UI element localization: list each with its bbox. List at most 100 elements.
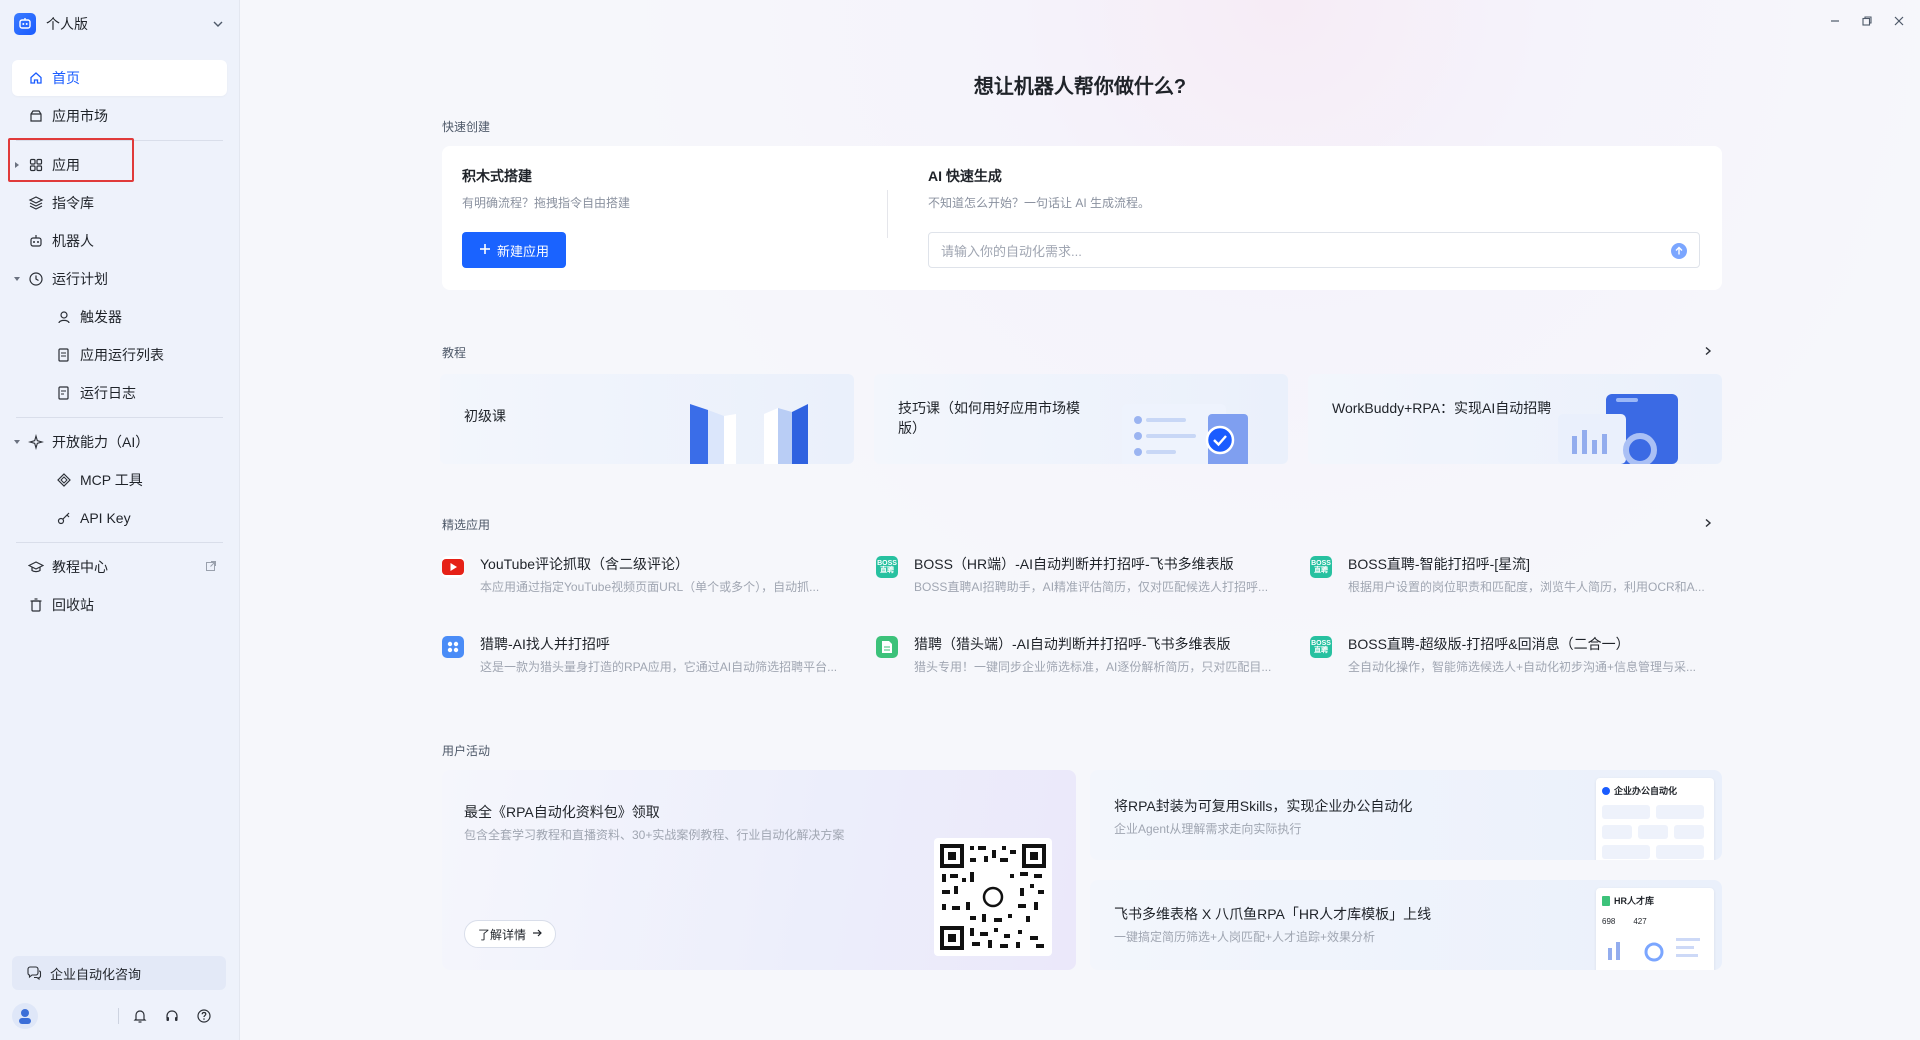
qr-code xyxy=(934,838,1052,956)
boss-icon: BOSS 直聘 xyxy=(1310,636,1332,658)
featured-app-item[interactable]: YouTube评论抓取（含二级评论） 本应用通过指定YouTube视频页面URL… xyxy=(442,554,852,604)
section-title-tutorials: 教程 xyxy=(442,346,467,360)
chevron-right-icon[interactable] xyxy=(1702,345,1714,357)
trash-icon xyxy=(28,597,44,613)
sheet-icon xyxy=(876,636,898,658)
tutorial-card-workbuddy[interactable]: WorkBuddy+RPA：实现AI自动招聘 xyxy=(1308,374,1722,464)
robot-icon xyxy=(28,233,44,249)
sidebar-item-app-market[interactable]: 应用市场 xyxy=(12,98,227,134)
new-app-button[interactable]: 新建应用 xyxy=(462,232,566,268)
mini-card-title: 企业办公自动化 xyxy=(1614,786,1678,796)
caret-down-icon[interactable] xyxy=(12,274,22,284)
ai-generate-title: AI 快速生成 xyxy=(928,168,1002,184)
divider xyxy=(16,542,223,543)
chevron-right-icon[interactable] xyxy=(1702,517,1714,529)
home-icon xyxy=(28,70,44,86)
boss-icon: BOSS 直聘 xyxy=(1310,556,1332,578)
analytics-illustration xyxy=(1558,394,1678,464)
restore-icon[interactable] xyxy=(1860,14,1874,28)
sidebar-item-triggers[interactable]: 触发器 xyxy=(12,299,227,335)
featured-app-item[interactable]: 猎聘-AI找人并打招呼 这是一款为猎头量身打造的RPA应用，它通过AI自动筛选招… xyxy=(442,634,852,684)
activity-card-hr-template[interactable]: 飞书多维表格 X 八爪鱼RPA「HR人才库模板」上线 一键搞定简历筛选+人岗匹配… xyxy=(1090,880,1722,970)
ai-request-input[interactable]: 请输入你的自动化需求... xyxy=(928,232,1700,268)
bell-icon[interactable] xyxy=(129,1005,151,1027)
sidebar-item-run-list[interactable]: 应用运行列表 xyxy=(12,337,227,373)
sidebar-item-run-log[interactable]: 运行日志 xyxy=(12,375,227,411)
app-name: BOSS直聘-智能打招呼-[星流] xyxy=(1348,556,1531,572)
mcp-icon xyxy=(56,472,72,488)
sidebar-item-api-key[interactable]: API Key xyxy=(12,500,227,536)
mini-stat: 427 xyxy=(1633,917,1647,926)
sidebar-item-label: 机器人 xyxy=(52,233,94,249)
ai-generate-subtitle: 不知道怎么开始？一句话让 AI 生成流程。 xyxy=(928,196,1151,210)
minimize-icon[interactable] xyxy=(1828,14,1842,28)
tutorial-title: 初级课 xyxy=(464,408,506,424)
help-icon[interactable] xyxy=(193,1005,215,1027)
sidebar-item-label: 回收站 xyxy=(52,597,94,613)
consult-button[interactable]: 企业自动化咨询 xyxy=(12,956,226,990)
logo-dot-icon xyxy=(1602,786,1610,795)
sidebar-item-apps[interactable]: 应用 xyxy=(12,147,227,183)
featured-app-item[interactable]: BOSS 直聘 BOSS（HR端）-AI自动判断并打招呼-飞书多维表版 BOSS直… xyxy=(876,554,1286,604)
activity-card-resource-pack[interactable]: 最全《RPA自动化资料包》领取 包含全套学习教程和直播资料、30+实战案例教程、… xyxy=(442,770,1076,970)
avatar[interactable] xyxy=(12,1003,38,1029)
block-build-subtitle: 有明确流程？拖拽指令自由搭建 xyxy=(462,196,631,210)
youtube-icon xyxy=(442,556,464,578)
block-build-title: 积木式搭建 xyxy=(462,168,532,184)
sidebar-item-robots[interactable]: 机器人 xyxy=(12,223,227,259)
arrow-right-icon xyxy=(532,927,542,941)
send-arrow-icon[interactable] xyxy=(1671,243,1687,259)
app-name: 猎聘（猎头端）-AI自动判断并打招呼-飞书多维表版 xyxy=(914,636,1231,652)
tutorial-card-tips[interactable]: 技巧课（如何用好应用市场模版） xyxy=(874,374,1288,464)
sidebar-item-run-plan[interactable]: 运行计划 xyxy=(12,261,227,297)
sidebar-nav: 首页 应用市场 应用 指令库 机器人 运行计划 触发器 应用运行列表 运行日志 … xyxy=(0,48,239,623)
activity-card-skills[interactable]: 将RPA封装为可复用Skills，实现企业办公自动化 企业Agent从理解需求走… xyxy=(1090,770,1722,860)
sidebar-item-recycle-bin[interactable]: 回收站 xyxy=(12,587,227,623)
sidebar-item-label: 运行计划 xyxy=(52,271,108,287)
sidebar-item-tutorial-center[interactable]: 教程中心 xyxy=(12,549,227,585)
mini-preview-card: HR人才库 698 427 xyxy=(1596,888,1714,970)
sidebar-item-open-ai[interactable]: 开放能力（AI） xyxy=(12,424,227,460)
mini-card-title: HR人才库 xyxy=(1614,896,1654,906)
caret-right-icon[interactable] xyxy=(12,160,22,170)
ai-input-placeholder: 请输入你的自动化需求... xyxy=(941,243,1082,259)
chevron-down-icon xyxy=(211,17,225,31)
tutorial-card-beginner[interactable]: 初级课 xyxy=(440,374,854,464)
headset-icon[interactable] xyxy=(161,1005,183,1027)
featured-app-item[interactable]: 猎聘（猎头端）-AI自动判断并打招呼-飞书多维表版 猎头专用！一键同步企业筛选标… xyxy=(876,634,1286,684)
app-window: 个人版 首页 应用市场 应用 指令库 机器人 运行计划 触发器 应用运行列表 运… xyxy=(0,0,1920,1040)
sidebar-item-label: 应用运行列表 xyxy=(80,347,164,363)
learn-more-button[interactable]: 了解详情 xyxy=(464,920,556,948)
tutorial-title: WorkBuddy+RPA：实现AI自动招聘 xyxy=(1332,400,1552,416)
caret-down-icon[interactable] xyxy=(12,437,22,447)
key-icon xyxy=(56,510,72,526)
sidebar-item-label: 指令库 xyxy=(52,195,94,211)
edition-switcher[interactable]: 个人版 xyxy=(0,0,239,48)
featured-app-item[interactable]: BOSS 直聘 BOSS直聘-智能打招呼-[星流] 根据用户设置的岗位职责和匹配度… xyxy=(1310,554,1720,604)
chat-icon xyxy=(26,965,42,981)
sidebar-item-home[interactable]: 首页 xyxy=(12,60,227,96)
clock-icon xyxy=(28,271,44,287)
checklist-illustration xyxy=(1122,404,1248,464)
sidebar-item-mcp-tools[interactable]: MCP 工具 xyxy=(12,462,227,498)
boss-icon: BOSS 直聘 xyxy=(876,556,898,578)
featured-app-item[interactable]: BOSS 直聘 BOSS直聘-超级版-打招呼&回消息（二合一） 全自动化操作，智能… xyxy=(1310,634,1720,684)
list-doc-icon xyxy=(56,347,72,363)
books-illustration xyxy=(690,404,808,464)
external-link-icon xyxy=(205,559,217,575)
graduation-cap-icon xyxy=(27,559,45,575)
divider xyxy=(887,190,888,238)
window-controls xyxy=(1828,14,1906,28)
new-app-label: 新建应用 xyxy=(496,243,549,259)
sheet-icon xyxy=(1602,895,1610,906)
sidebar-item-label: API Key xyxy=(80,510,131,526)
robot-logo-icon xyxy=(14,13,36,35)
activity-subtitle: 一键搞定简历筛选+人岗匹配+人才追踪+效果分析 xyxy=(1114,930,1376,944)
sparkle-icon xyxy=(27,433,45,451)
ai-generate-panel: AI 快速生成 不知道怎么开始？一句话让 AI 生成流程。 xyxy=(928,166,1708,211)
sidebar: 个人版 首页 应用市场 应用 指令库 机器人 运行计划 触发器 应用运行列表 运… xyxy=(0,0,240,1040)
mini-chart-illustration xyxy=(1602,805,1704,859)
sidebar-item-command-library[interactable]: 指令库 xyxy=(12,185,227,221)
grid-icon xyxy=(28,157,44,173)
close-icon[interactable] xyxy=(1892,14,1906,28)
